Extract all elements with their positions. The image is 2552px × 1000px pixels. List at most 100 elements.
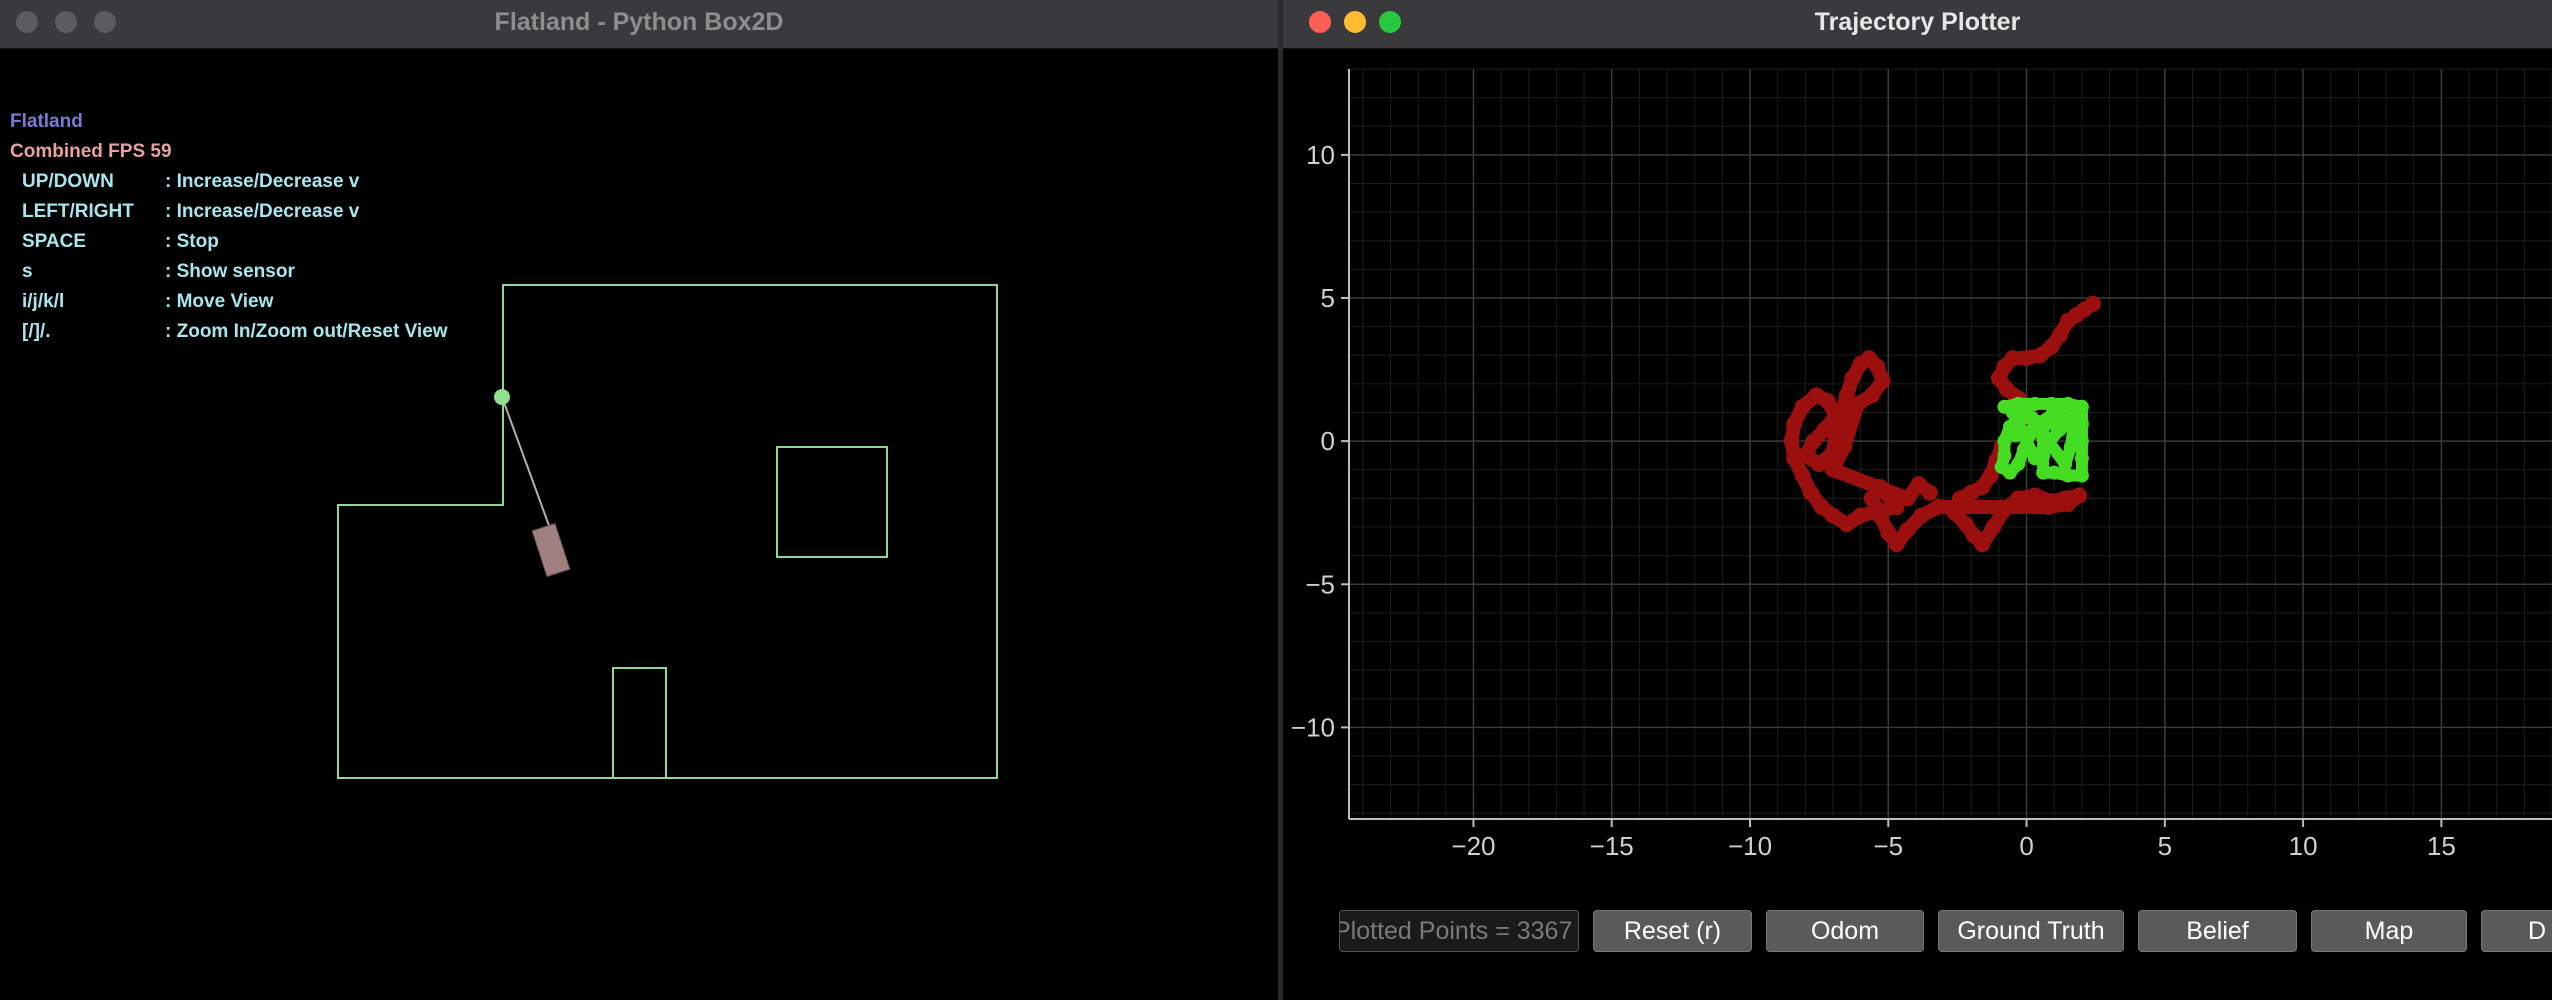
flatland-canvas[interactable]: Flatland Combined FPS 59 UP/DOWN: Increa…	[0, 49, 1278, 1000]
trajectory-point	[2040, 498, 2057, 515]
ground-truth-trajectory-series	[1994, 396, 2089, 483]
plotter-titlebar: Trajectory Plotter	[1283, 0, 2552, 49]
trajectory-point	[1833, 404, 1850, 421]
trajectory-point	[2058, 457, 2073, 472]
trajectory-point	[1874, 373, 1891, 390]
obstacle-box	[776, 446, 888, 558]
y-tick-label: 10	[1306, 140, 1335, 170]
trajectory-point	[2011, 457, 2026, 472]
trajectory-point	[1802, 484, 1819, 501]
trajectory-point	[2060, 496, 2077, 513]
trajectory-point	[2030, 416, 2045, 431]
trajectory-point	[1811, 456, 1828, 473]
trajectory-point	[1794, 398, 1811, 415]
x-tick-label: −5	[1873, 831, 1903, 861]
control-desc: : Increase/Decrease v	[165, 201, 360, 222]
trajectory-point	[2022, 428, 2037, 443]
window-title: Flatland - Python Box2D	[494, 8, 784, 36]
control-desc: : Increase/Decrease v	[165, 171, 360, 192]
control-desc: : Zoom In/Zoom out/Reset View	[165, 321, 448, 342]
trajectory-point	[2019, 405, 2034, 420]
trajectory-point	[1794, 467, 1811, 484]
trajectory-point	[1863, 387, 1880, 404]
trajectory-point	[1921, 484, 1938, 501]
trajectory-point	[1869, 358, 1886, 375]
control-desc: : Stop	[165, 231, 219, 252]
plotter-content: −20 −15 −10 −5 0 5 10 15 10 5 0 −5 −10 Plotted Point…	[1283, 49, 2552, 1000]
control-key: LEFT/RIGHT	[22, 201, 134, 222]
trajectory-point	[1819, 393, 1836, 410]
trajectory-point	[1899, 490, 1916, 507]
x-tick-label: −20	[1451, 831, 1495, 861]
trajectory-point	[1813, 498, 1830, 515]
trajectory-plot[interactable]: −20 −15 −10 −5 0 5 10 15 10 5 0 −5 −10	[1283, 49, 2552, 1000]
control-key: s	[22, 261, 33, 282]
trajectory-point	[2063, 439, 2078, 454]
trajectory-point	[2010, 490, 2027, 507]
control-key: i/j/k/l	[22, 291, 65, 312]
map-walls	[337, 284, 998, 779]
trajectory-point	[2018, 350, 2035, 367]
robot	[531, 522, 571, 578]
x-tick-label: 5	[2158, 831, 2172, 861]
trajectory-point	[2060, 312, 2077, 329]
map-button[interactable]: Map	[2311, 910, 2467, 952]
trajectory-point	[2069, 408, 2084, 423]
trajectory-point	[1899, 521, 1916, 538]
trajectory-point	[1797, 447, 1814, 464]
x-tick-label: −10	[1728, 831, 1772, 861]
x-tick-label: 0	[2019, 831, 2033, 861]
d-button[interactable]: D	[2481, 910, 2552, 952]
trajectory-point	[1952, 490, 1969, 507]
trajectory-point	[1844, 370, 1861, 387]
trajectory-point	[1985, 519, 2002, 536]
sensor-ray	[501, 396, 556, 543]
window-title: Trajectory Plotter	[1814, 8, 2021, 36]
trajectory-point	[2026, 487, 2043, 504]
control-key: SPACE	[22, 231, 87, 252]
trajectory-point	[1824, 461, 1841, 478]
trajectory-point	[1852, 507, 1869, 524]
y-tick-label: −10	[1291, 712, 1335, 742]
trajectory-point	[1930, 498, 1947, 515]
y-tick-label: 5	[1321, 283, 1335, 313]
trajectory-point	[1913, 507, 1930, 524]
x-tick-label: −15	[1590, 831, 1634, 861]
trajectory-point	[2044, 408, 2059, 423]
outer-wall	[337, 284, 998, 779]
trajectory-point	[1827, 424, 1844, 441]
reset-button[interactable]: Reset (r)	[1593, 910, 1752, 952]
trajectory-point	[1838, 516, 1855, 533]
trajectory-point	[1849, 395, 1866, 412]
trajectory-point	[2036, 431, 2051, 446]
flatland-titlebar: Flatland - Python Box2D	[0, 0, 1278, 49]
control-key: [/]/.	[22, 321, 51, 342]
trajectory-point	[2016, 442, 2031, 457]
control-desc: : Show sensor	[165, 261, 295, 282]
y-tick-label: 0	[1321, 426, 1335, 456]
ground-truth-button[interactable]: Ground Truth	[1938, 910, 2124, 952]
trajectory-point	[2036, 465, 2051, 480]
odom-button[interactable]: Odom	[1766, 910, 1924, 952]
trajectory-point	[1871, 507, 1888, 524]
trajectory-point	[2032, 347, 2049, 364]
trajectory-point	[1805, 433, 1822, 450]
belief-button[interactable]: Belief	[2138, 910, 2297, 952]
trajectory-point	[2027, 451, 2042, 466]
trajectory-point	[1996, 501, 2013, 518]
y-tick-label: −5	[1305, 569, 1335, 599]
trajectory-point	[2074, 451, 2089, 466]
trajectory-plotter-window: Trajectory Plotter −20 −15 −10 −5 0 5 10 15 10 5 0…	[1283, 0, 2552, 1000]
trajectory-point	[1786, 415, 1803, 432]
control-key: UP/DOWN	[22, 171, 114, 192]
trajectory-point	[1974, 536, 1991, 553]
trajectory-point	[1946, 504, 1963, 521]
x-tick-label: 10	[2289, 831, 2318, 861]
trajectory-point	[1836, 438, 1853, 455]
trajectory-point	[2008, 428, 2023, 443]
sensor-hit-point	[494, 389, 510, 405]
trajectory-point	[1783, 433, 1800, 450]
obstacle-pillar	[612, 667, 667, 779]
trajectory-point	[2005, 405, 2020, 420]
x-tick-label: 15	[2427, 831, 2456, 861]
